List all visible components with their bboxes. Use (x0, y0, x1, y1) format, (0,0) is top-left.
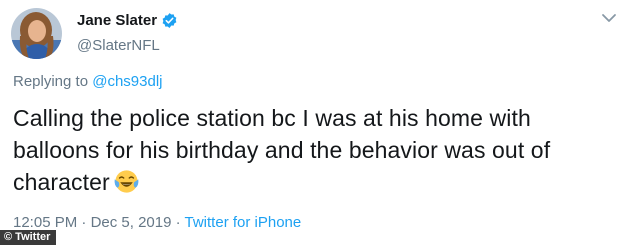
tweet-date[interactable]: Dec 5, 2019 (91, 214, 172, 231)
tweet-text: Calling the police station bc I was at h… (13, 105, 551, 195)
tweet-body: Calling the police station bc I was at h… (13, 102, 623, 198)
replying-prefix: Replying to (13, 73, 93, 90)
tears-of-joy-emoji-icon (114, 170, 139, 193)
display-name[interactable]: Jane Slater (77, 12, 157, 29)
tweet-source[interactable]: Twitter for iPhone (185, 214, 302, 231)
image-credit: © Twitter (0, 230, 57, 245)
meta-separator-2: · (171, 214, 185, 231)
replying-to: Replying to @chs93dlj (13, 73, 162, 90)
display-name-row[interactable]: Jane Slater (77, 12, 178, 29)
avatar[interactable] (11, 8, 62, 59)
tweet-meta: 12:05 PM · Dec 5, 2019 · Twitter for iPh… (13, 214, 301, 231)
meta-separator: · (77, 214, 91, 231)
chevron-down-icon[interactable] (601, 13, 617, 23)
verified-badge-icon (162, 13, 177, 28)
replying-to-link[interactable]: @chs93dlj (92, 73, 162, 90)
user-handle[interactable]: @SlaterNFL (77, 37, 160, 54)
tweet-time[interactable]: 12:05 PM (13, 214, 77, 231)
